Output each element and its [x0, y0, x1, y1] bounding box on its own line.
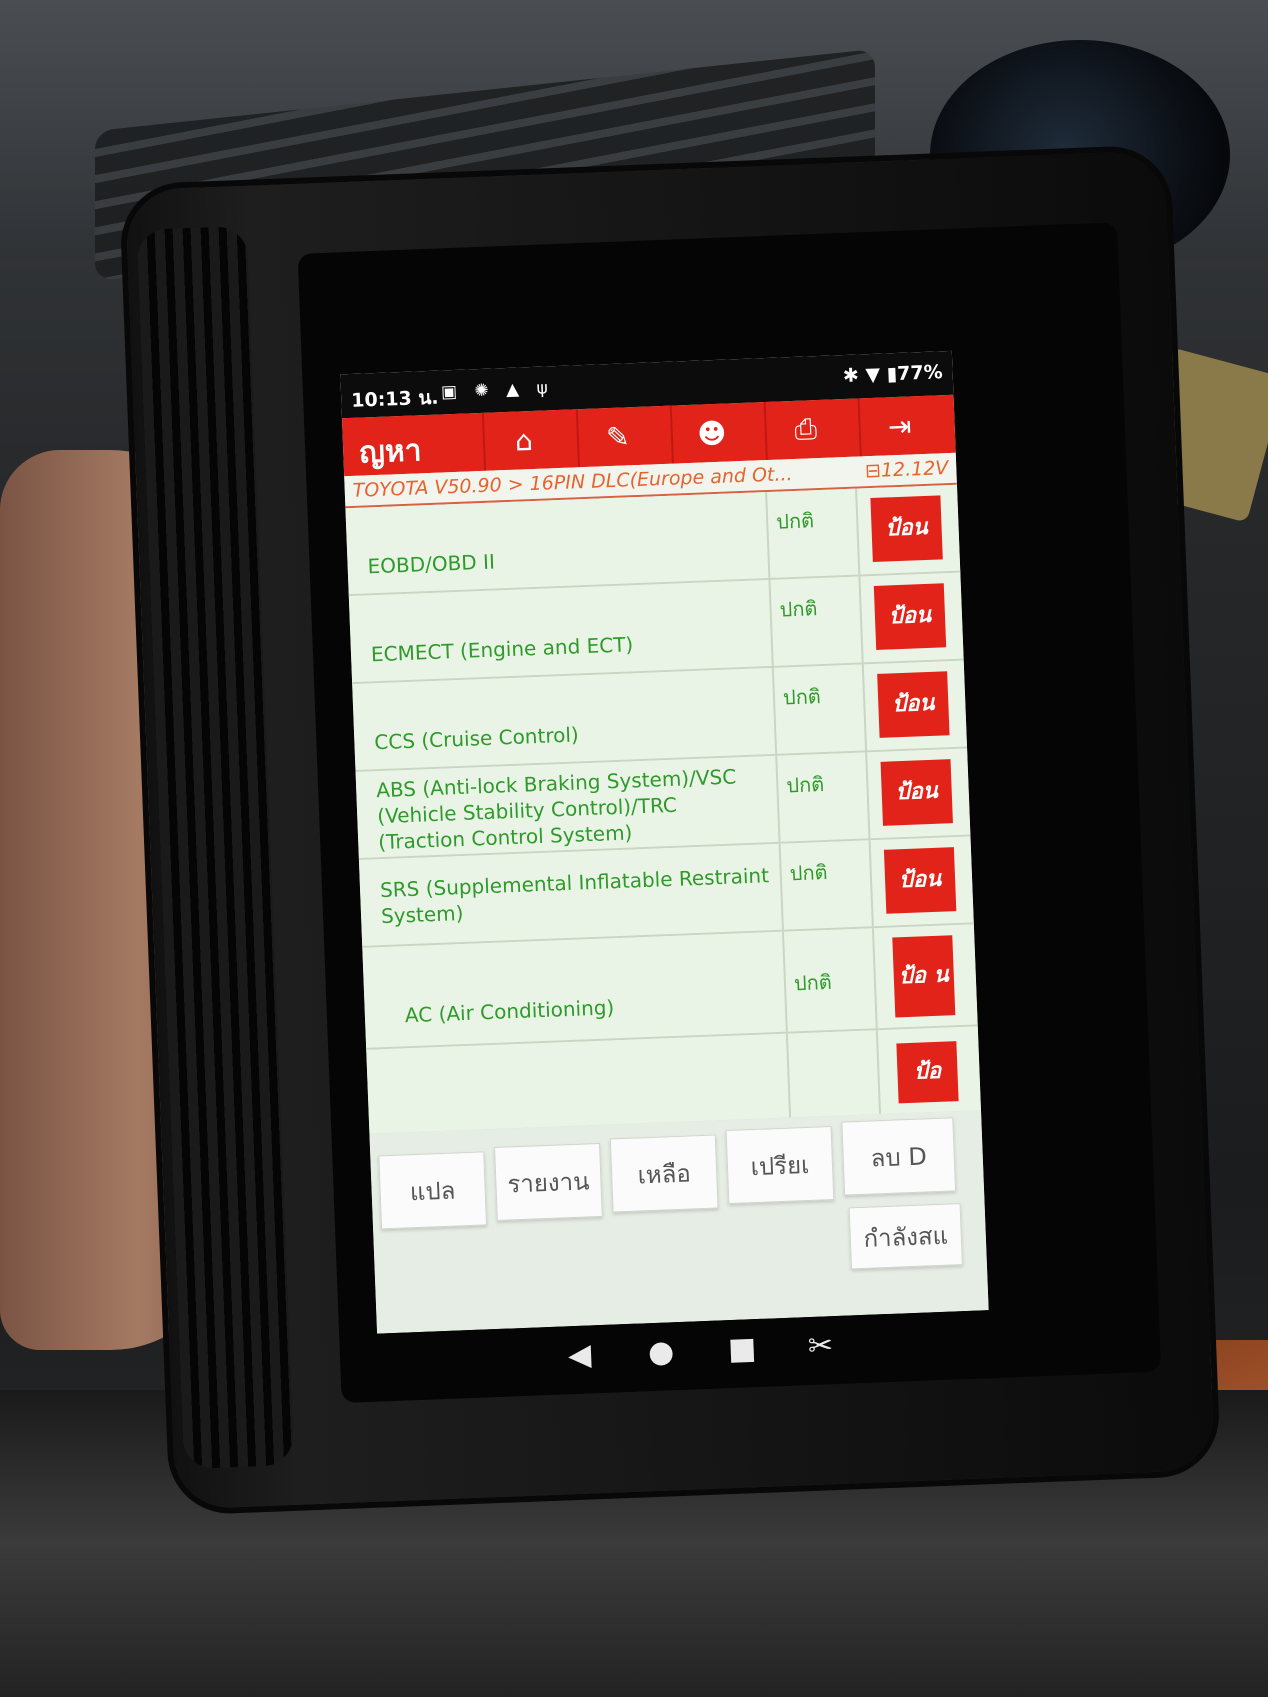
enter-button[interactable]: ป้อ: [896, 1041, 959, 1104]
user-button[interactable]: ☻: [669, 402, 752, 464]
divider: [771, 667, 778, 754]
edit-icon: ✎: [605, 419, 631, 454]
system-status: ปกติ: [793, 969, 833, 996]
system-name: SRS (Supplemental Inflatable Restraint S…: [379, 863, 770, 929]
system-name: ECMECT (Engine and ECT): [370, 632, 634, 667]
system-status: ปกติ: [785, 772, 825, 798]
screenshot-icon[interactable]: ✂: [807, 1328, 833, 1364]
usb-icon: ψ: [536, 378, 555, 399]
system-name: [388, 1074, 778, 1089]
exit-button[interactable]: ⇥: [857, 395, 940, 457]
status-icons: ▣ ✺ ▲ ψ: [441, 378, 555, 402]
printer-icon: ⎙: [793, 412, 818, 446]
enter-button[interactable]: ป้อน: [880, 759, 953, 826]
remaining-button[interactable]: เหลือ: [609, 1134, 719, 1213]
enter-button[interactable]: ป้อน: [870, 495, 943, 563]
screen: 10:13 น. ▣ ✺ ▲ ψ ✱ ▼ ▮77% ญหา ⌂ ✎ ☻ ⎙ ⇥ …: [340, 350, 989, 1334]
system-name: AC (Air Conditioning): [404, 995, 615, 1028]
scanning-button[interactable]: กำลังสแ: [848, 1203, 963, 1270]
bluetooth-icon: ✱: [842, 364, 860, 388]
divider: [785, 1033, 792, 1118]
enter-button[interactable]: ป้อน: [883, 847, 957, 914]
compare-button[interactable]: เปรียเ: [725, 1126, 835, 1205]
status-right: ✱ ▼ ▮77%: [843, 361, 944, 387]
page-title: ญหา: [358, 433, 423, 471]
back-button[interactable]: ◀: [567, 1337, 591, 1373]
system-list: EOBD/OBD II ปกติ ป้อน ECMECT (Engine and…: [345, 484, 982, 1136]
divider: [865, 752, 871, 839]
system-name: CCS (Cruise Control): [373, 722, 580, 755]
divider: [871, 928, 878, 1029]
battery-voltage: ⊟12.12V: [864, 457, 949, 483]
recents-button[interactable]: ■: [727, 1331, 757, 1367]
divider: [781, 931, 788, 1032]
exit-icon: ⇥: [887, 408, 913, 443]
divider: [765, 492, 771, 579]
tablet-bezel: 10:13 น. ▣ ✺ ▲ ψ ✱ ▼ ▮77% ญหา ⌂ ✎ ☻ ⎙ ⇥ …: [297, 222, 1162, 1404]
report-button[interactable]: รายงาน: [494, 1142, 603, 1221]
edit-button[interactable]: ✎: [575, 406, 658, 468]
system-status: ปกติ: [779, 596, 818, 622]
divider: [768, 579, 774, 666]
home-nav-button[interactable]: ●: [647, 1334, 675, 1370]
enter-button[interactable]: ป้อน: [873, 583, 947, 650]
system-status: ปกติ: [789, 859, 828, 886]
system-name: EOBD/OBD II: [367, 549, 496, 579]
divider: [875, 1030, 882, 1115]
enter-button[interactable]: ป้อ น: [892, 935, 956, 1018]
clear-dtc-button[interactable]: ลบ D: [841, 1117, 957, 1196]
divider: [858, 576, 864, 663]
function-bar: แปล รายงาน เหลือ เปรียเ ลบ D กำลังสแ: [369, 1110, 989, 1334]
warning-icon: ▲: [505, 379, 526, 400]
home-icon: ⌂: [514, 423, 534, 458]
battery-level: 77%: [896, 361, 944, 385]
translate-button[interactable]: แปล: [378, 1151, 488, 1230]
wifi-icon: ▼: [865, 363, 881, 387]
divider: [855, 488, 861, 575]
home-button[interactable]: ⌂: [481, 409, 565, 471]
divider: [868, 840, 874, 927]
user-icon: ☻: [696, 416, 728, 451]
divider: [861, 664, 868, 751]
settings-icon: ✺: [474, 380, 496, 402]
divider: [778, 843, 784, 930]
status-time: 10:13 น.: [350, 386, 439, 412]
system-status: ปกติ: [782, 684, 822, 710]
voltage-value: 12.12V: [880, 457, 949, 482]
system-name: ABS (Anti-lock Braking System)/VSC (Vehi…: [375, 764, 737, 855]
calendar-icon: ▣: [440, 381, 464, 403]
print-button[interactable]: ⎙: [763, 399, 846, 461]
diagnostic-tablet: 10:13 น. ▣ ✺ ▲ ψ ✱ ▼ ▮77% ญหา ⌂ ✎ ☻ ⎙ ⇥ …: [125, 150, 1215, 1510]
system-status: ปกติ: [775, 508, 815, 534]
enter-button[interactable]: ป้อน: [877, 671, 950, 738]
divider: [775, 755, 781, 842]
